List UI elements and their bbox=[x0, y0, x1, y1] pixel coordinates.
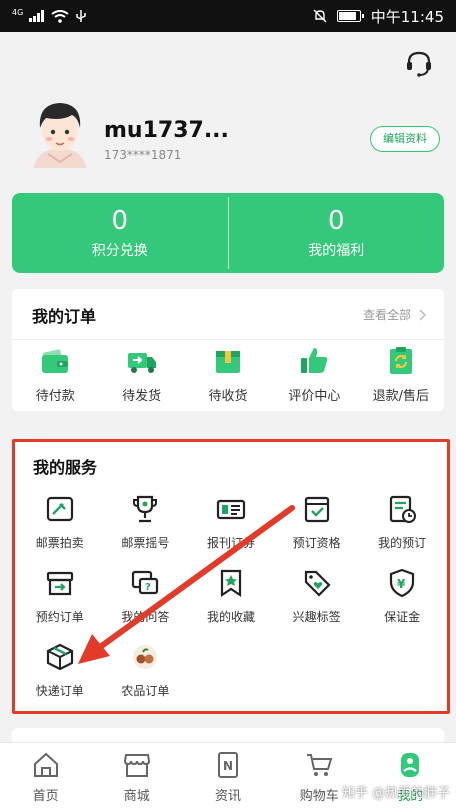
service-label: 我的问答 bbox=[121, 610, 170, 624]
chevron-right-icon bbox=[419, 308, 426, 321]
username: mu1737... bbox=[104, 118, 229, 143]
nav-store[interactable]: 商城 bbox=[91, 743, 182, 810]
service-stamp-lottery[interactable]: 邮票摇号 bbox=[103, 494, 189, 568]
service-label: 兴趣标签 bbox=[292, 610, 341, 624]
battery-icon bbox=[336, 10, 364, 22]
order-item-label: 评价中心 bbox=[288, 389, 341, 404]
farm-product-icon bbox=[133, 645, 158, 669]
truck-icon bbox=[127, 353, 156, 373]
nav-label: 资讯 bbox=[215, 789, 242, 804]
order-pending-receipt[interactable]: 待收货 bbox=[185, 345, 271, 404]
nav-home[interactable]: 首页 bbox=[0, 743, 91, 810]
svg-text:N: N bbox=[223, 759, 233, 773]
svg-text:?: ? bbox=[145, 582, 151, 593]
service-label: 预订资格 bbox=[292, 536, 341, 550]
star-bookmark-icon bbox=[220, 569, 242, 598]
home-icon bbox=[33, 752, 58, 777]
service-express-orders[interactable]: 快递订单 bbox=[17, 642, 103, 716]
service-label: 我的预订 bbox=[378, 536, 427, 550]
order-item-label: 待收货 bbox=[208, 389, 248, 404]
customer-service-icon[interactable] bbox=[404, 50, 434, 78]
services-grid: 邮票拍卖 邮票摇号 报刊订券 预订资格 我的预订 预约订单 ? 我的问答 我的收… bbox=[17, 494, 445, 716]
my-services-card: 我的服务 邮票拍卖 邮票摇号 报刊订券 预订资格 我的预订 预约订单 ? 我的问… bbox=[12, 439, 450, 714]
service-label: 预约订单 bbox=[35, 610, 84, 624]
nav-label: 购物车 bbox=[299, 789, 339, 804]
reservation-list-icon bbox=[390, 495, 417, 523]
service-newspaper-coupon[interactable]: 报刊订券 bbox=[188, 494, 274, 568]
network-type: 4G bbox=[12, 8, 24, 17]
service-interest-tags[interactable]: 兴趣标签 bbox=[274, 568, 360, 642]
nav-news[interactable]: N 资讯 bbox=[182, 743, 273, 810]
watermark: 知乎 @热爱的胖子 bbox=[342, 786, 451, 801]
edit-profile-button[interactable]: 编辑资料 bbox=[370, 126, 440, 152]
profile-icon bbox=[401, 753, 420, 777]
nav-label: 首页 bbox=[32, 789, 59, 804]
see-all-orders-link[interactable]: 查看全部 bbox=[363, 306, 426, 323]
order-refund-aftersale[interactable]: 退款/售后 bbox=[358, 345, 444, 404]
points-value: 0 bbox=[111, 206, 129, 236]
services-title: 我的服务 bbox=[33, 458, 98, 477]
welfare-value: 0 bbox=[327, 206, 345, 236]
coupon-icon bbox=[216, 499, 246, 520]
points-label: 积分兑换 bbox=[91, 243, 148, 259]
express-box-icon bbox=[46, 643, 73, 671]
order-item-label: 待发货 bbox=[122, 389, 162, 404]
phone-number: 173****1871 bbox=[104, 148, 182, 162]
service-label: 邮票摇号 bbox=[121, 536, 170, 550]
avatar[interactable] bbox=[28, 98, 92, 168]
package-icon bbox=[216, 351, 241, 373]
deposit-shield-icon: ¥ bbox=[390, 568, 415, 598]
service-label: 保证金 bbox=[384, 610, 421, 624]
points-exchange[interactable]: 0 积分兑换 bbox=[12, 193, 228, 273]
service-stamp-auction[interactable]: 邮票拍卖 bbox=[17, 494, 103, 568]
news-icon: N bbox=[218, 752, 238, 778]
service-my-qa[interactable]: ? 我的问答 bbox=[103, 568, 189, 642]
status-bar: 4G 中午11:45 bbox=[0, 0, 456, 32]
service-label: 快递订单 bbox=[35, 684, 84, 698]
my-welfare[interactable]: 0 我的福利 bbox=[229, 193, 445, 273]
clock: 中午11:45 bbox=[370, 7, 444, 26]
wifi-icon bbox=[51, 9, 69, 23]
my-orders-card: 我的订单 查看全部 待付款 待发货 待收货 评价中心 退款/售后 bbox=[12, 289, 444, 411]
service-label: 农品订单 bbox=[121, 684, 170, 698]
points-card: 0 积分兑换 0 我的福利 bbox=[12, 193, 444, 273]
service-my-reservations[interactable]: 我的预订 bbox=[359, 494, 445, 568]
service-farm-product-orders[interactable]: 农品订单 bbox=[103, 642, 189, 716]
service-label: 邮票拍卖 bbox=[35, 536, 84, 550]
mute-icon bbox=[313, 9, 327, 23]
service-label: 我的收藏 bbox=[206, 610, 255, 624]
cart-icon bbox=[307, 754, 333, 776]
service-booking-eligibility[interactable]: 预订资格 bbox=[274, 494, 360, 568]
tag-heart-icon bbox=[304, 570, 331, 597]
order-pending-shipment[interactable]: 待发货 bbox=[98, 345, 184, 404]
welfare-label: 我的福利 bbox=[308, 243, 365, 259]
service-my-favorites[interactable]: 我的收藏 bbox=[188, 568, 274, 642]
orders-title: 我的订单 bbox=[32, 307, 97, 326]
service-label: 报刊订券 bbox=[206, 536, 255, 550]
divider bbox=[12, 339, 444, 340]
order-item-label: 退款/售后 bbox=[372, 389, 430, 404]
order-review-center[interactable]: 评价中心 bbox=[271, 345, 357, 404]
usb-icon bbox=[76, 9, 87, 22]
trophy-icon bbox=[133, 495, 158, 523]
refund-icon bbox=[389, 347, 412, 374]
qa-icon: ? bbox=[132, 570, 159, 595]
service-deposit[interactable]: ¥ 保证金 bbox=[359, 568, 445, 642]
see-all-label: 查看全部 bbox=[362, 308, 411, 322]
thumbs-up-icon bbox=[301, 348, 328, 373]
order-item-label: 待付款 bbox=[35, 389, 75, 404]
booking-box-icon bbox=[304, 496, 329, 523]
store-icon bbox=[123, 754, 150, 777]
svg-text:¥: ¥ bbox=[397, 577, 406, 591]
appointment-order-icon bbox=[46, 571, 73, 596]
nav-label: 商城 bbox=[123, 789, 150, 804]
wallet-icon bbox=[42, 349, 69, 373]
profile-header: mu1737... 173****1871 编辑资料 bbox=[0, 32, 456, 184]
order-status-row: 待付款 待发货 待收货 评价中心 退款/售后 bbox=[12, 345, 444, 404]
service-appointment-orders[interactable]: 预约订单 bbox=[17, 568, 103, 642]
signal-icon bbox=[29, 10, 45, 22]
stamp-auction-icon bbox=[46, 496, 73, 522]
order-pending-payment[interactable]: 待付款 bbox=[12, 345, 98, 404]
